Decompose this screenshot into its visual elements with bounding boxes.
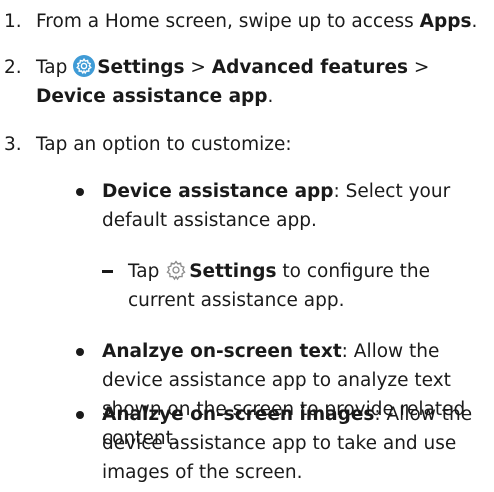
sub-bullet-text: Tap Settings to configure the current as… [128,259,431,311]
settings-gear-outline-icon [165,259,187,281]
apps-label: Apps [419,11,472,32]
bullet-icon [76,348,84,356]
settings-label: Settings [97,57,185,78]
device-assistance-app-label: Device assistance app [36,86,268,107]
step-number: 1. [4,11,22,32]
advanced-features-label: Advanced features [211,57,409,78]
bullet-icon [76,188,84,196]
step-number: 3. [4,134,22,155]
step-text: Tap Settings > Advanced features > Device… [36,55,430,107]
settings-gear-icon [73,55,96,77]
bullet-text: Analzye on-screen images: Allow the devi… [102,404,473,483]
bullet-icon [76,411,84,419]
step-number: 2. [4,57,22,78]
bullet-text: Device assistance app: Select your defau… [102,181,451,231]
settings-label: Settings [189,261,277,282]
step-text: From a Home screen, swipe up to access A… [36,11,478,32]
step-text: Tap an option to customize: [36,134,292,155]
dash-icon [102,270,113,273]
